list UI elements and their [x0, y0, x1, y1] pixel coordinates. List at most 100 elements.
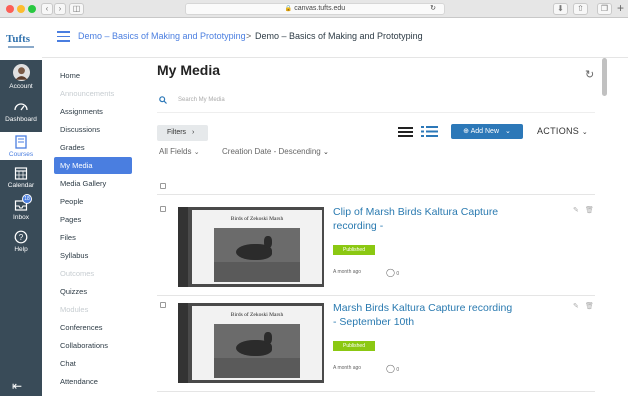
- download-icon[interactable]: ⬇: [553, 3, 568, 15]
- chevron-down-icon: ⌄: [504, 128, 511, 135]
- browser-toolbar: ‹ › ◫ 🔒 canvas.tufts.edu ↻ ⬇ ⇧ ❐ +: [0, 0, 628, 18]
- global-nav-help[interactable]: ? Help: [0, 230, 42, 253]
- close-window-button[interactable]: [6, 5, 14, 13]
- media-title-link[interactable]: Marsh Birds Kaltura Capture recording - …: [333, 301, 513, 329]
- course-nav-item[interactable]: Assignments: [60, 107, 103, 116]
- comments-count-label: 0: [396, 271, 400, 277]
- page-title: My Media: [157, 62, 221, 78]
- filters-button[interactable]: Filters ›: [157, 125, 208, 141]
- hamburger-menu-icon[interactable]: [57, 31, 70, 42]
- collapse-nav-icon[interactable]: ⇤: [12, 379, 22, 393]
- logo-area: Tufts: [0, 18, 42, 60]
- share-icon[interactable]: ⇧: [573, 3, 588, 15]
- trash-icon[interactable]: 🗑: [585, 206, 594, 214]
- list-header-divider: [157, 194, 595, 195]
- url-text: canvas.tufts.edu: [294, 5, 346, 12]
- avatar: [12, 64, 30, 81]
- course-nav-item[interactable]: Syllabus: [60, 251, 88, 260]
- breadcrumb-separator: >: [246, 31, 252, 41]
- tufts-logo[interactable]: Tufts: [6, 33, 30, 45]
- svg-text:?: ?: [19, 233, 24, 242]
- chevron-down-icon: ⌄: [581, 129, 589, 136]
- zoom-window-button[interactable]: [28, 5, 36, 13]
- inbox-unread-badge: 18: [22, 194, 32, 204]
- thumb-slide: Birds of Zekoski Marsh: [192, 306, 322, 380]
- global-nav-label: Calendar: [7, 182, 35, 189]
- comments-count[interactable]: ◯ 0: [386, 364, 399, 373]
- course-nav-item[interactable]: Grades: [60, 143, 85, 152]
- comment-icon: ◯: [386, 364, 395, 373]
- media-timestamp: A month ago: [333, 365, 362, 371]
- course-nav-item[interactable]: Home: [60, 71, 80, 80]
- course-nav-item[interactable]: People: [60, 197, 83, 206]
- calendar-icon: [14, 167, 28, 180]
- global-nav-calendar[interactable]: Calendar: [0, 166, 42, 189]
- page-scrollbar[interactable]: [602, 58, 607, 96]
- chevron-right-icon: ›: [192, 129, 195, 136]
- global-nav-account[interactable]: Account: [0, 64, 42, 90]
- media-title-link[interactable]: Clip of Marsh Birds Kaltura Capture reco…: [333, 205, 513, 233]
- search-input[interactable]: Search My Media: [178, 97, 225, 103]
- sidebar-icon[interactable]: ◫: [69, 3, 84, 15]
- actions-dropdown[interactable]: ACTIONS ⌄: [537, 126, 588, 136]
- search-divider: [157, 112, 595, 113]
- filter-field-dropdown[interactable]: All Fields ⌄: [159, 147, 200, 156]
- course-nav-item[interactable]: Discussions: [60, 125, 100, 134]
- breadcrumb-course-link[interactable]: Demo – Basics of Making and Prototyping: [78, 31, 246, 41]
- course-nav-item: Announcements: [60, 89, 115, 98]
- detailed-view-icon[interactable]: [421, 126, 438, 137]
- reload-icon[interactable]: ↻: [430, 4, 436, 14]
- add-new-button[interactable]: ⊕ Add New ⌄: [451, 124, 523, 139]
- edit-pencil-icon[interactable]: ✎: [573, 302, 579, 310]
- page-header: Demo – Basics of Making and Prototyping …: [42, 18, 628, 58]
- address-bar[interactable]: 🔒 canvas.tufts.edu ↻: [185, 3, 445, 15]
- row-divider: [157, 391, 595, 392]
- filters-label: Filters: [167, 129, 187, 136]
- back-icon[interactable]: ‹: [41, 3, 53, 15]
- global-nav-dashboard[interactable]: Dashboard: [0, 100, 42, 123]
- media-thumbnail[interactable]: Birds of Zekoski Marsh: [178, 303, 324, 383]
- sort-dropdown[interactable]: Creation Date - Descending ⌄: [222, 147, 329, 156]
- edit-pencil-icon[interactable]: ✎: [573, 206, 579, 214]
- course-nav-item[interactable]: Chat: [60, 359, 76, 368]
- sort-label: Creation Date - Descending: [222, 147, 321, 156]
- duck-photo: [214, 228, 300, 282]
- search-icon: [159, 96, 167, 104]
- select-all-checkbox[interactable]: [160, 183, 166, 189]
- course-nav-item[interactable]: Conferences: [60, 323, 103, 332]
- global-nav-label: Account: [9, 83, 33, 90]
- minimize-window-button[interactable]: [17, 5, 25, 13]
- course-nav-item[interactable]: Collaborations: [60, 341, 108, 350]
- list-view-icon[interactable]: [398, 127, 413, 137]
- course-nav-item[interactable]: Media Gallery: [60, 179, 106, 188]
- published-badge: Published: [333, 245, 375, 255]
- tabs-icon[interactable]: ❐: [597, 3, 612, 15]
- new-tab-icon[interactable]: +: [617, 1, 624, 15]
- media-thumbnail[interactable]: Birds of Zekoski Marsh: [178, 207, 324, 287]
- logo-underline: [8, 46, 34, 48]
- global-nav-inbox[interactable]: Inbox 18: [0, 194, 42, 221]
- media-select-checkbox[interactable]: [160, 206, 166, 212]
- global-nav-courses[interactable]: Courses: [0, 132, 42, 160]
- course-nav-item[interactable]: My Media: [60, 161, 93, 170]
- thumb-slide: Birds of Zekoski Marsh: [192, 210, 322, 284]
- forward-icon[interactable]: ›: [54, 3, 66, 15]
- published-badge: Published: [333, 341, 375, 351]
- actions-label: ACTIONS: [537, 126, 580, 136]
- media-select-checkbox[interactable]: [160, 302, 166, 308]
- refresh-icon[interactable]: ↻: [585, 68, 594, 81]
- course-nav-item[interactable]: Quizzes: [60, 287, 87, 296]
- global-nav-label: Courses: [8, 151, 34, 158]
- courses-icon: [15, 135, 27, 149]
- thumb-toolbar: [178, 207, 188, 287]
- thumb-caption: Birds of Zekoski Marsh: [230, 312, 284, 318]
- trash-icon[interactable]: 🗑: [585, 302, 594, 310]
- course-nav-item[interactable]: Pages: [60, 215, 81, 224]
- comments-count[interactable]: ◯ 0: [386, 268, 399, 277]
- dashboard-icon: [14, 103, 28, 111]
- course-nav-item[interactable]: Files: [60, 233, 76, 242]
- comments-count-label: 0: [396, 367, 400, 373]
- help-icon: ?: [14, 230, 28, 244]
- course-nav-item[interactable]: Attendance: [60, 377, 98, 386]
- global-nav-label: Help: [14, 246, 28, 253]
